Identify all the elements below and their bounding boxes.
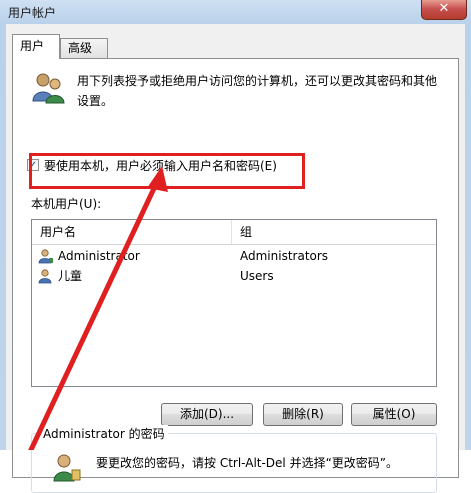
local-users-label: 本机用户(U):: [31, 197, 102, 211]
column-header-username[interactable]: 用户名: [32, 220, 232, 244]
row-username: 儿童: [58, 269, 83, 283]
users-icon: [32, 73, 65, 104]
table-row[interactable]: Administrator Administrators: [32, 246, 436, 266]
description-text: 用下列表授予或拒绝用户访问您的计算机，还可以更改其密码和其他设置。: [77, 74, 438, 108]
user-icon: [38, 269, 52, 284]
users-tab-panel: 用下列表授予或拒绝用户访问您的计算机，还可以更改其密码和其他设置。 ✓ 要使用本…: [12, 58, 459, 493]
key-user-icon: [53, 454, 81, 482]
list-header: 用户名 组: [32, 220, 436, 245]
window-title: 用户帐户: [8, 6, 57, 20]
row-group: Administrators: [240, 249, 329, 263]
title-bar[interactable]: 用户帐户 ✕: [0, 0, 471, 24]
properties-button[interactable]: 属性(O): [351, 403, 437, 426]
row-group: Users: [240, 269, 274, 283]
add-button[interactable]: 添加(D)...: [161, 403, 253, 426]
password-group-title: Administrator 的密码: [40, 425, 168, 442]
column-header-group[interactable]: 组: [232, 220, 436, 244]
dialog-client-area: 用户 高级 用下列表授予或拒绝用户访问您的计算机，还可以更改其密码和其他设置。 …: [6, 24, 465, 493]
user-accounts-window: 用户帐户 ✕ 用户 高级 用下列表授予或拒绝用户访问您的计算机，还可以更改其密码…: [0, 0, 471, 493]
user-icon: [38, 249, 53, 264]
tab-users[interactable]: 用户: [12, 34, 60, 59]
annotation-highlight-box: [29, 153, 305, 189]
tab-advanced[interactable]: 高级: [60, 38, 108, 58]
password-groupbox: Administrator 的密码 要更改您的密码，请按 Ctrl-Alt-De…: [31, 425, 437, 493]
row-username: Administrator: [58, 249, 140, 263]
remove-button[interactable]: 删除(R): [263, 403, 343, 426]
close-button[interactable]: ✕: [421, 0, 467, 20]
table-row[interactable]: 儿童 Users: [32, 266, 436, 286]
password-instruction: 要更改您的密码，请按 Ctrl-Alt-Del 并选择“更改密码”。: [96, 456, 399, 470]
local-users-list[interactable]: 用户名 组 Administrator Administrators 儿童 Us…: [31, 219, 437, 387]
